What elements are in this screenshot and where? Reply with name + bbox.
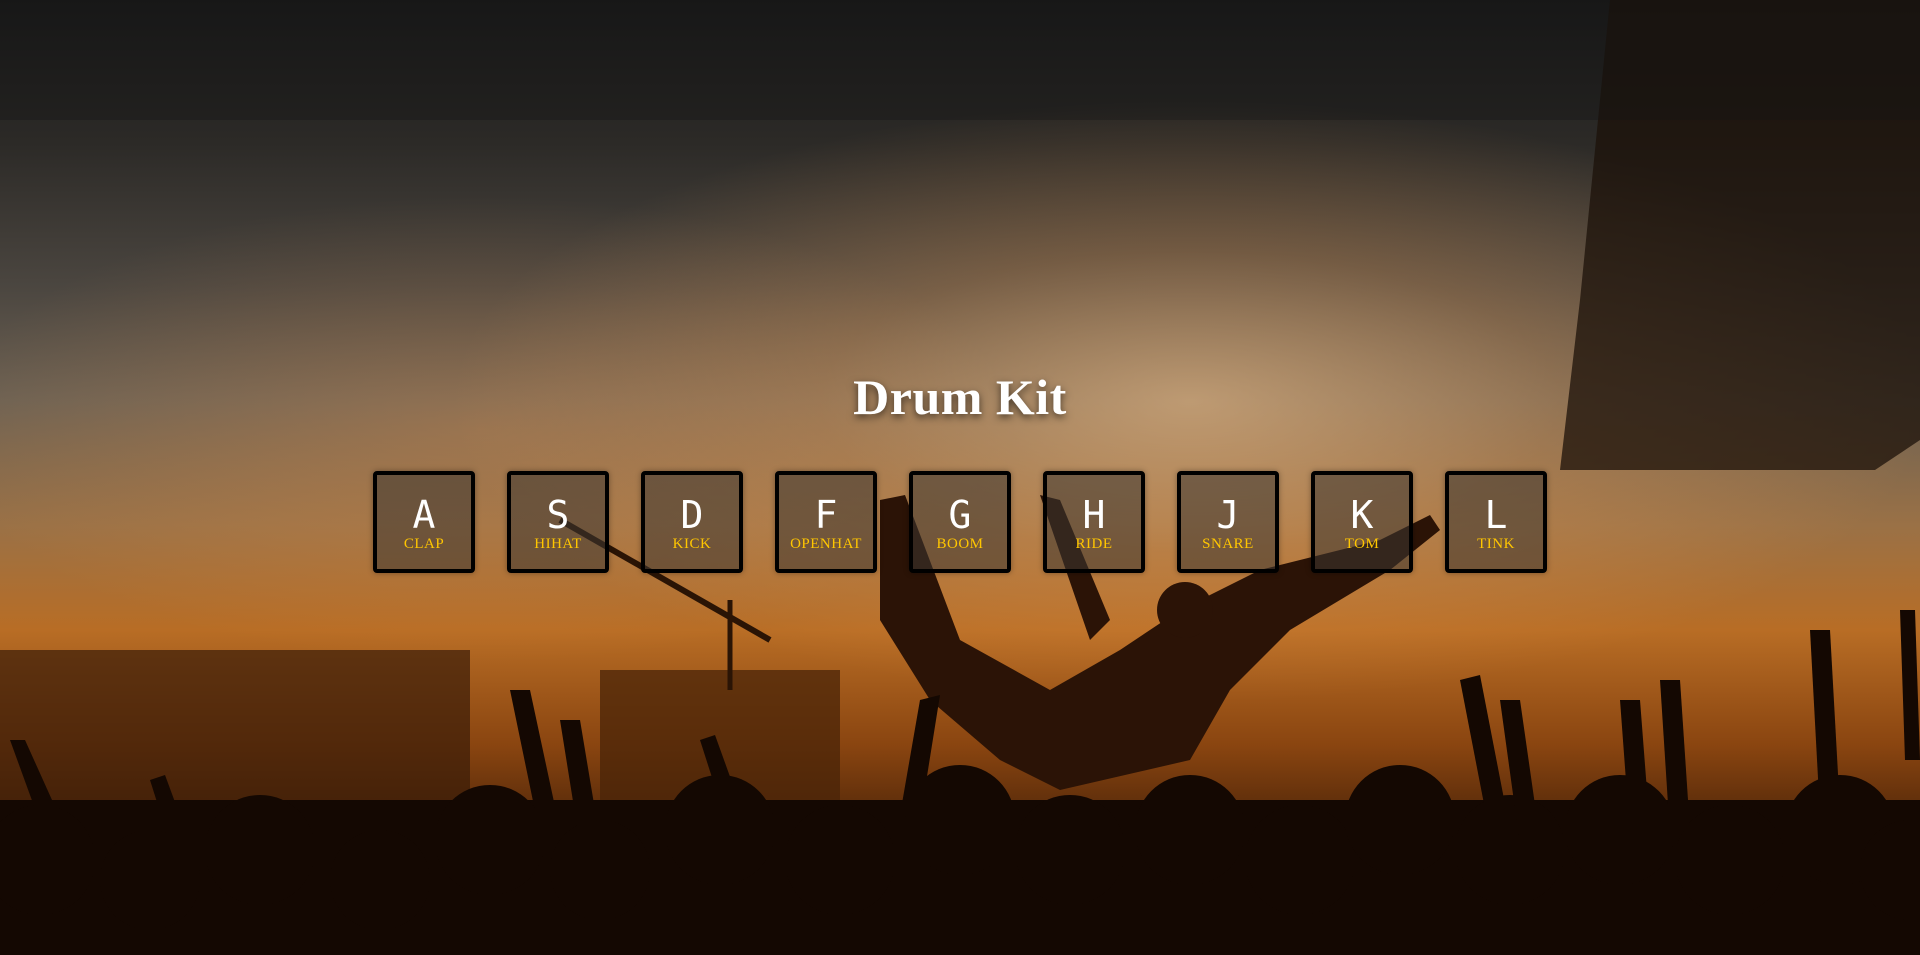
key-f[interactable]: F OPENHAT <box>775 471 877 573</box>
key-letter: K <box>1350 493 1374 537</box>
key-g[interactable]: G BOOM <box>909 471 1011 573</box>
sound-label: CLAP <box>403 536 445 552</box>
sound-label: OPENHAT <box>790 536 862 552</box>
key-a[interactable]: A CLAP <box>373 471 475 573</box>
key-h[interactable]: H RIDE <box>1043 471 1145 573</box>
sound-label: KICK <box>672 536 712 552</box>
key-s[interactable]: S HIHAT <box>507 471 609 573</box>
key-j[interactable]: J SNARE <box>1177 471 1279 573</box>
key-k[interactable]: K TOM <box>1311 471 1413 573</box>
sound-label: TINK <box>1477 536 1515 552</box>
key-letter: J <box>1216 493 1240 537</box>
sound-label: HIHAT <box>534 536 582 552</box>
sound-label: SNARE <box>1202 536 1254 552</box>
sound-label: BOOM <box>936 536 984 552</box>
page-title: Drum Kit <box>853 369 1067 425</box>
key-letter: D <box>680 493 704 537</box>
key-letter: A <box>412 493 436 537</box>
key-letter: H <box>1082 493 1106 537</box>
key-letter: L <box>1484 493 1508 537</box>
key-d[interactable]: D KICK <box>641 471 743 573</box>
key-letter: S <box>546 493 570 537</box>
drum-keys: A CLAP S HIHAT D KICK F OPENHAT G BOOM H… <box>0 471 1920 573</box>
sound-label: TOM <box>1344 536 1380 552</box>
key-letter: G <box>948 493 972 537</box>
sound-label: RIDE <box>1075 536 1113 552</box>
key-letter: F <box>814 493 838 537</box>
key-l[interactable]: L TINK <box>1445 471 1547 573</box>
